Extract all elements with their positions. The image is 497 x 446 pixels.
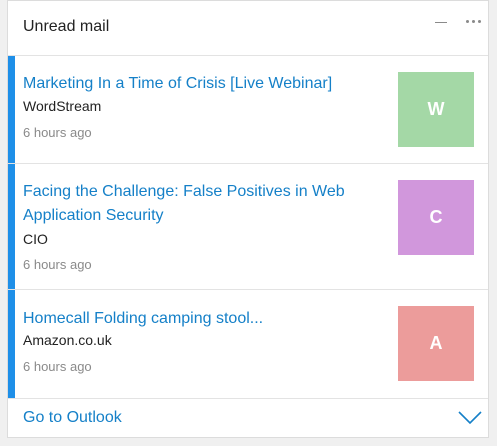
widget-header: Unread mail xyxy=(8,1,488,56)
mail-subject[interactable]: Marketing In a Time of Crisis [Live Webi… xyxy=(23,72,373,96)
mail-subject[interactable]: Facing the Challenge: False Positives in… xyxy=(23,180,373,228)
go-to-outlook-link[interactable]: Go to Outlook xyxy=(8,399,488,439)
footer-label[interactable]: Go to Outlook xyxy=(23,409,122,427)
mail-sender: WordStream xyxy=(23,98,102,114)
widget-title: Unread mail xyxy=(23,18,110,35)
avatar: W xyxy=(398,72,474,147)
mail-item[interactable]: Facing the Challenge: False Positives in… xyxy=(8,164,488,290)
mail-time: 6 hours ago xyxy=(23,125,92,140)
avatar: A xyxy=(398,306,474,381)
unread-indicator xyxy=(8,164,15,289)
avatar: C xyxy=(398,180,474,255)
unread-indicator xyxy=(8,290,15,398)
chevron-down-icon[interactable] xyxy=(458,411,482,425)
mail-item[interactable]: Homecall Folding camping stool... Amazon… xyxy=(8,290,488,399)
mail-time: 6 hours ago xyxy=(23,359,92,374)
mail-sender: Amazon.co.uk xyxy=(23,332,112,348)
unread-mail-widget: Unread mail Marketing In a Time of Crisi… xyxy=(7,0,489,438)
mail-subject[interactable]: Homecall Folding camping stool... xyxy=(23,307,373,331)
more-options-icon[interactable] xyxy=(464,16,482,26)
mail-sender: CIO xyxy=(23,231,48,247)
unread-indicator xyxy=(8,56,15,163)
minimize-icon[interactable] xyxy=(435,22,447,23)
mail-item[interactable]: Marketing In a Time of Crisis [Live Webi… xyxy=(8,56,488,164)
mail-time: 6 hours ago xyxy=(23,257,92,272)
